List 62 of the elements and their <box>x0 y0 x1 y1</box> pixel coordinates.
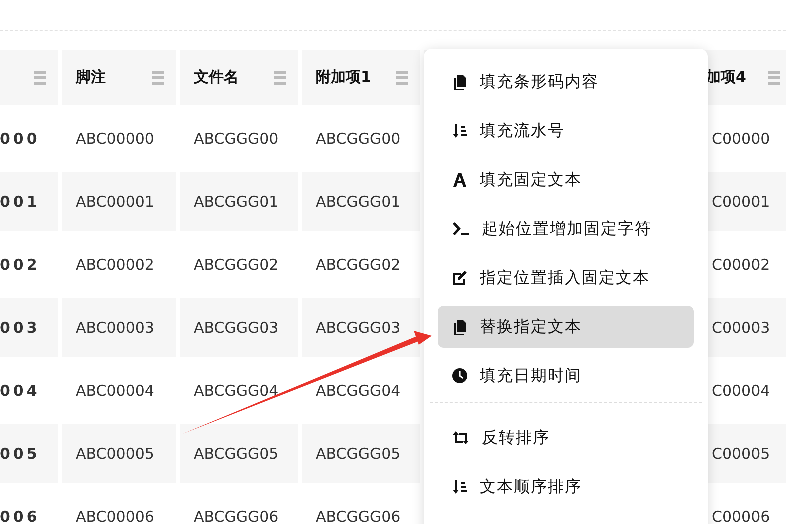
table-cell: ABC00003 <box>62 298 176 357</box>
column-menu-icon[interactable] <box>274 70 286 84</box>
table-cell-text: 002 <box>0 254 42 276</box>
column-menu-icon[interactable] <box>34 70 46 84</box>
copy-icon <box>452 319 468 335</box>
menu-item[interactable]: 反转排序 <box>438 417 694 459</box>
table-cell: 005 <box>0 424 58 483</box>
menu-item[interactable]: 起始位置增加固定字符 <box>438 208 694 250</box>
table-cell: ABCGGG01 <box>302 172 420 231</box>
table-cell-text: ABC00004 <box>75 380 156 402</box>
table-cell-text: ABCGGG04 <box>193 380 280 402</box>
table-cell: ABC00001 <box>62 172 176 231</box>
table-cell-text: 006 <box>0 506 42 524</box>
table-cell-text: ABCGGG06 <box>315 506 402 524</box>
table-cell-text: ABCGGG04 <box>315 380 402 402</box>
table-cell: ABCGGG05 <box>302 424 420 483</box>
table-cell-text: ABCGGG06 <box>193 506 280 524</box>
menu-item[interactable]: 填充条形码内容 <box>438 61 694 103</box>
column-menu-icon[interactable] <box>152 70 164 84</box>
menu-item[interactable]: 文本顺序排序 <box>438 466 694 508</box>
font-icon <box>452 172 468 188</box>
table-cell-text: ABCGGG02 <box>315 254 402 276</box>
table-cell-text: 000 <box>0 128 42 150</box>
table-cell-text: C00000 <box>711 128 772 150</box>
menu-item[interactable]: 填充日期时间 <box>438 355 694 397</box>
table-cell: ABCGGG03 <box>302 298 420 357</box>
table-cell-text: 004 <box>0 380 42 402</box>
copy-icon <box>452 74 468 90</box>
table-cell-text: ABCGGG02 <box>193 254 280 276</box>
table-cell-text: ABC00000 <box>75 128 156 150</box>
table-cell-text: ABC00002 <box>75 254 156 276</box>
column-header[interactable]: 文件名 <box>180 50 298 105</box>
table-cell: 001 <box>0 172 58 231</box>
table-cell-text: C00004 <box>711 380 772 402</box>
table-cell-text: ABCGGG00 <box>193 128 280 150</box>
table-cell: ABCGGG03 <box>180 298 298 357</box>
table-cell-text: ABCGGG00 <box>315 128 402 150</box>
table-cell-text: C00006 <box>711 506 772 524</box>
menu-item[interactable]: 指定位置插入固定文本 <box>438 257 694 299</box>
column-title: 脚注 <box>76 68 106 87</box>
table-cell-text: ABC00006 <box>75 506 156 524</box>
menu-item[interactable]: 填充固定文本 <box>438 159 694 201</box>
column-header[interactable]: 附加项1 <box>302 50 420 105</box>
column-title: 文件名 <box>194 68 239 87</box>
column-title: 附加项1 <box>316 68 372 87</box>
column-header[interactable]: 脚注 <box>62 50 176 105</box>
sort-icon <box>452 123 468 139</box>
column-header[interactable] <box>0 50 58 105</box>
column-menu-icon[interactable] <box>396 70 408 84</box>
menu-item[interactable]: 替换指定文本 <box>438 306 694 348</box>
column-menu-icon[interactable] <box>768 70 780 84</box>
edit-icon <box>452 270 468 286</box>
table-cell: ABCGGG01 <box>180 172 298 231</box>
menu-item[interactable]: 填充流水号 <box>438 110 694 152</box>
sort-icon <box>452 479 468 495</box>
table-cell: ABC00005 <box>62 424 176 483</box>
table-cell: 003 <box>0 298 58 357</box>
terminal-icon <box>452 221 470 237</box>
table-cell-text: C00002 <box>711 254 772 276</box>
table-cell: ABCGGG05 <box>180 424 298 483</box>
swap-icon <box>452 430 470 446</box>
clock-icon <box>452 368 468 384</box>
